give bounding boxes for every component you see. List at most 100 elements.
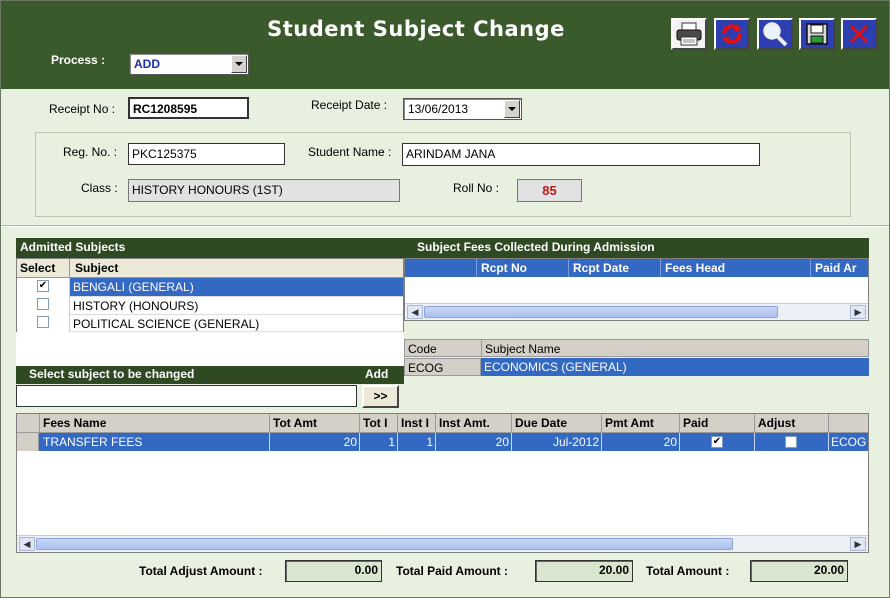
total-amount-field: 20.00 (750, 560, 848, 582)
subject-list-header: Code Subject Name (404, 339, 869, 357)
save-icon (806, 23, 828, 45)
change-title: Select subject to be changed (29, 367, 195, 381)
refresh-button[interactable] (714, 18, 750, 50)
subject-cell: HISTORY (HONOURS) (70, 296, 403, 314)
printer-icon (676, 22, 702, 46)
chevron-down-icon[interactable] (231, 55, 247, 73)
reg-no-field[interactable]: PKC125375 (128, 143, 285, 165)
scroll-left-icon[interactable]: ◀ (19, 537, 35, 551)
receipt-date-picker[interactable]: 13/06/2013 (403, 98, 522, 120)
fees-collected-title: Subject Fees Collected During Admission (417, 240, 655, 254)
col-code: Code (408, 342, 437, 356)
fees-collected-header: Rcpt No Rcpt Date Fees Head Paid Ar (405, 259, 868, 277)
student-name-label: Student Name : (308, 145, 392, 159)
scroll-right-icon[interactable]: ▶ (850, 305, 866, 319)
table-row[interactable]: POLITICAL SCIENCE (GENERAL) (17, 314, 403, 332)
due-date-cell: Jul-2012 (552, 435, 599, 449)
col-subject-name: Subject Name (485, 342, 561, 356)
tot-i-cell: 1 (388, 435, 395, 449)
table-row[interactable]: TRANSFER FEES 20 1 1 20 Jul-2012 20 ✔ EC… (17, 433, 868, 451)
col-adjust: Adjust (758, 416, 796, 430)
table-row[interactable]: ✔ BENGALI (GENERAL) (17, 278, 403, 296)
paid-checkbox[interactable]: ✔ (711, 436, 723, 448)
save-button[interactable] (799, 18, 835, 50)
col-pmt-amt: Pmt Amt (605, 416, 654, 430)
close-icon (849, 24, 869, 44)
col-select: Select (20, 261, 56, 275)
scroll-thumb[interactable] (36, 538, 733, 550)
process-label: Process : (51, 53, 106, 67)
search-icon (763, 22, 788, 47)
chevron-down-icon[interactable] (504, 100, 520, 118)
process-value: ADD (134, 57, 160, 71)
student-name-field[interactable]: ARINDAM JANA (402, 143, 760, 166)
fees-grid: Fees Name Tot Amt Tot I Inst I Inst Amt.… (16, 413, 869, 553)
add-label: Add (365, 367, 389, 381)
fees-collected-scrollbar[interactable]: ◀ ▶ (405, 303, 868, 320)
change-band: Select subject to be changed Add (16, 366, 404, 384)
select-checkbox[interactable]: ✔ (37, 280, 49, 292)
select-checkbox[interactable] (37, 298, 49, 310)
fees-grid-header: Fees Name Tot Amt Tot I Inst I Inst Amt.… (17, 414, 868, 433)
total-paid-field: 20.00 (535, 560, 633, 582)
select-checkbox[interactable] (37, 316, 49, 328)
col-rcpt-date: Rcpt Date (573, 261, 630, 275)
fees-collected-grid: Rcpt No Rcpt Date Fees Head Paid Ar ◀ ▶ (404, 258, 869, 321)
receipt-no-label: Receipt No : (49, 102, 116, 116)
fees-name-cell: TRANSFER FEES (43, 435, 143, 449)
subject-name-cell: ECONOMICS (GENERAL) (481, 358, 869, 376)
divider (1, 225, 889, 227)
class-label: Class : (81, 181, 118, 195)
receipt-no-field[interactable]: RC1208595 (128, 97, 249, 119)
roll-no-label: Roll No : (453, 181, 500, 195)
subjects-band: Admitted Subjects Subject Fees Collected… (16, 238, 869, 258)
col-rcpt-no: Rcpt No (481, 261, 527, 275)
close-button[interactable] (841, 18, 877, 50)
add-subject-button[interactable]: >> (362, 385, 399, 408)
col-inst-i: Inst I (401, 416, 430, 430)
reg-no-label: Reg. No. : (63, 145, 118, 159)
refresh-icon (722, 24, 742, 44)
class-field: HISTORY HONOURS (1ST) (128, 179, 400, 202)
page-title: Student Subject Change (267, 17, 565, 41)
row-selector[interactable] (17, 433, 39, 451)
print-button[interactable] (671, 18, 707, 50)
col-fees-head: Fees Head (665, 261, 726, 275)
fees-grid-scrollbar[interactable]: ◀ ▶ (17, 535, 868, 552)
roll-no-field: 85 (517, 179, 582, 202)
search-button[interactable] (757, 18, 793, 50)
receipt-date-label: Receipt Date : (311, 98, 388, 112)
code-cell: ECOG (831, 435, 867, 449)
header-bar: Student Subject Change Process : ADD (1, 1, 889, 89)
list-item[interactable]: ECOG ECONOMICS (GENERAL) (404, 358, 869, 376)
col-inst-amt: Inst Amt. (439, 416, 490, 430)
total-paid-label: Total Paid Amount : (396, 564, 508, 578)
admitted-grid-header: Select Subject (17, 259, 403, 278)
student-subject-change-window: Student Subject Change Process : ADD Rec… (0, 0, 890, 598)
col-subject: Subject (75, 261, 119, 275)
inst-i-cell: 1 (426, 435, 433, 449)
col-tot-i: Tot I (363, 416, 388, 430)
col-paid-amt: Paid Ar (815, 261, 857, 275)
table-row[interactable]: HISTORY (HONOURS) (17, 296, 403, 314)
receipt-date-value: 13/06/2013 (408, 102, 469, 116)
scroll-left-icon[interactable]: ◀ (407, 305, 423, 319)
code-cell: ECOG (404, 358, 481, 376)
col-paid: Paid (683, 416, 709, 430)
admitted-grid-empty (16, 332, 404, 367)
subject-list-grid: Code Subject Name ECOG ECONOMICS (GENERA… (404, 339, 869, 407)
scroll-right-icon[interactable]: ▶ (850, 537, 866, 551)
subject-cell: POLITICAL SCIENCE (GENERAL) (70, 314, 403, 332)
adjust-checkbox[interactable] (785, 436, 797, 448)
scroll-thumb[interactable] (424, 306, 778, 318)
total-amount-label: Total Amount : (646, 564, 730, 578)
total-adjust-field: 0.00 (285, 560, 382, 582)
pmt-amt-cell: 20 (663, 435, 677, 449)
col-due-date: Due Date (515, 416, 568, 430)
process-select[interactable]: ADD (129, 53, 249, 75)
col-fees-name: Fees Name (43, 416, 107, 430)
col-tot-amt: Tot Amt (273, 416, 317, 430)
inst-amt-cell: 20 (495, 435, 509, 449)
subject-cell: BENGALI (GENERAL) (70, 278, 403, 296)
change-subject-input[interactable] (16, 385, 357, 407)
